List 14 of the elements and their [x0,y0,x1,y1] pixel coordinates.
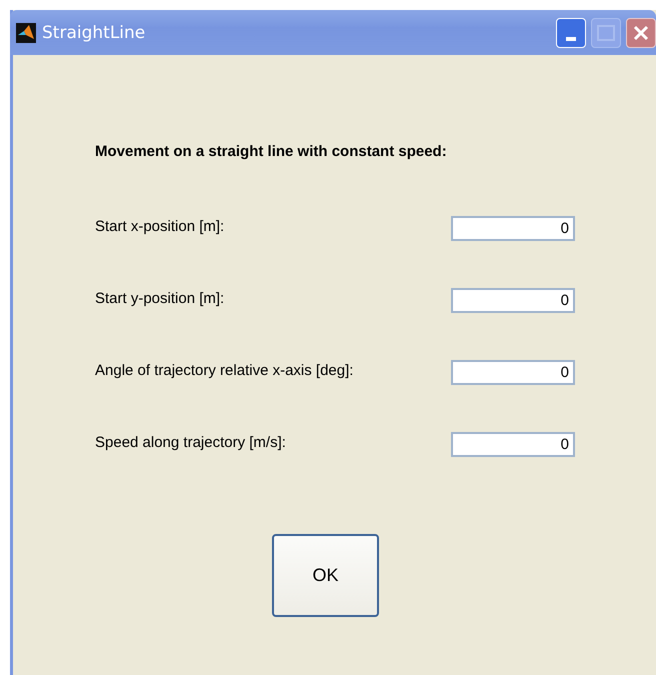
input-field[interactable]: 0 [451,288,575,313]
window-title: StraightLine [42,22,146,42]
field-label: Start y-position [m]: [95,290,226,307]
field-label: Start x-position [m]: [95,218,226,235]
form-heading: Movement on a straight line with constant speed: [95,143,448,160]
minimize-button[interactable] [556,18,586,48]
close-button[interactable] [626,18,656,48]
field-label: Speed along trajectory [m/s]: [95,434,287,451]
field-label: Angle of trajectory relative x-axis [deg]: [95,362,354,379]
input-field[interactable]: 0 [451,360,575,385]
input-field[interactable]: 0 [451,432,575,457]
app-icon [16,22,36,42]
input-field[interactable]: 0 [451,216,575,241]
ok-button[interactable]: OK [272,534,379,617]
